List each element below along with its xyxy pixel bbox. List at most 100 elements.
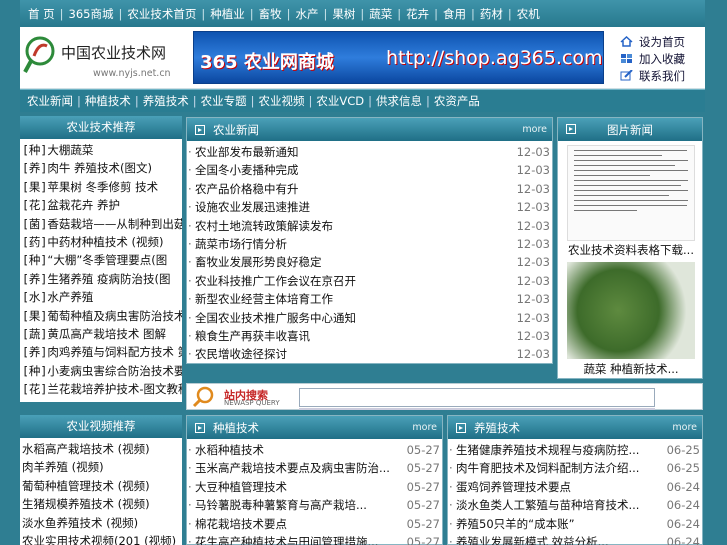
top-nav-item[interactable]: 药材 [476, 6, 507, 22]
top-nav-item[interactable]: 花卉 [402, 6, 433, 22]
contact-link[interactable]: 联系我们 [620, 67, 685, 84]
list-item-title[interactable]: “大棚”冬季管理要点(图 [47, 253, 167, 267]
search-input[interactable] [299, 388, 655, 407]
list-item[interactable]: [果]葡萄种植及病虫害防治技术 [22, 307, 182, 325]
list-item[interactable]: [菌]香菇栽培——从制种到出菇 [22, 215, 182, 233]
list-item-title[interactable]: 肉牛育肥技术及饲料配制方法介绍... [456, 461, 639, 475]
list-item[interactable]: [养]肉牛 养殖技术(图文) [22, 159, 182, 177]
list-item[interactable]: [养]肉鸡养殖与饲料配方技术 第9 [22, 343, 182, 361]
list-item-title[interactable]: 大棚蔬菜 [47, 143, 93, 157]
sub-nav-item[interactable]: 农业视频 [256, 93, 308, 109]
top-nav-item[interactable]: 畜牧 [255, 6, 286, 22]
list-item-title[interactable]: 全国冬小麦播种完成 [195, 163, 299, 177]
list-item[interactable]: 马铃薯脱毒种薯繁育与高产栽培... 05-27 [187, 496, 442, 514]
list-item-title[interactable]: 农业部发布最新通知 [195, 145, 299, 159]
list-item-title[interactable]: 蛋鸡饲养管理技术要点 [456, 480, 571, 494]
list-item[interactable]: 生猪健康养殖技术规程与疫病防控... 06-25 [448, 441, 702, 459]
list-item[interactable]: [药]中药材种植技术 (视频) [22, 233, 182, 251]
list-item-title[interactable]: 畜牧业发展形势良好稳定 [195, 255, 322, 269]
top-nav-item[interactable]: 果树 [328, 6, 359, 22]
list-item[interactable]: 粮食生产再获丰收喜讯 12-03 [187, 327, 552, 345]
list-item-title[interactable]: 全国农业技术推广服务中心通知 [195, 311, 356, 325]
set-homepage-link[interactable]: 设为首页 [620, 33, 685, 50]
sub-nav-item[interactable]: 农业专题 [198, 93, 250, 109]
list-item[interactable]: 新型农业经营主体培育工作 12-03 [187, 290, 552, 308]
list-item-title[interactable]: 小麦病虫害综合防治技术要点 [47, 364, 182, 378]
list-item-title[interactable]: 农村土地流转政策解读发布 [195, 219, 333, 233]
list-item-title[interactable]: 葡萄种植及病虫害防治技术 [47, 309, 182, 323]
list-item-title[interactable]: 香菇栽培——从制种到出菇 [47, 217, 182, 231]
list-item-title[interactable]: 设施农业发展迅速推进 [195, 200, 310, 214]
list-item-title[interactable]: 肉牛 养殖技术(图文) [47, 161, 152, 175]
list-item[interactable]: 全国农业技术推广服务中心通知 12-03 [187, 309, 552, 327]
list-item[interactable]: [养]生猪养殖 疫病防治技(图 [22, 270, 182, 288]
list-item[interactable]: [种]“大棚”冬季管理要点(图 [22, 251, 182, 269]
list-item[interactable]: 养殖业发展新模式 效益分析... 06-24 [448, 533, 702, 545]
list-item-title[interactable]: 中药材种植技术 (视频) [47, 235, 163, 249]
list-item[interactable]: [水]水产养殖 [22, 288, 182, 306]
list-item[interactable]: 大豆种植管理技术 05-27 [187, 478, 442, 496]
list-item[interactable]: 畜牧业发展形势良好稳定 12-03 [187, 253, 552, 271]
list-item[interactable]: 农业部发布最新通知 12-03 [187, 143, 552, 161]
shop-banner[interactable]: 365 农业网商城 http://shop.ag365.com [193, 31, 604, 84]
list-item[interactable]: 农业实用技术视频(201 (视频) [22, 532, 182, 545]
list-item-title[interactable]: 新型农业经营主体培育工作 [195, 292, 333, 306]
list-item[interactable]: 蛋鸡饲养管理技术要点 06-24 [448, 478, 702, 496]
list-item-title[interactable]: 盆栽花卉 养护 [47, 198, 120, 212]
list-item-title[interactable]: 苹果树 冬季修剪 技术 [47, 180, 158, 194]
list-item-title[interactable]: 农产品价格稳中有升 [195, 182, 299, 196]
list-item-title[interactable]: 玉米高产栽培技术要点及病虫害防治... [195, 461, 390, 475]
sub-nav-item[interactable]: 农业VCD [313, 93, 367, 109]
list-item[interactable]: 全国冬小麦播种完成 12-03 [187, 161, 552, 179]
list-item[interactable]: [花]盆栽花卉 养护 [22, 196, 182, 214]
list-item[interactable]: 设施农业发展迅速推进 12-03 [187, 198, 552, 216]
list-item-title[interactable]: 养殖业发展新模式 效益分析... [456, 535, 609, 545]
picture-caption-2[interactable]: 蔬菜 种植新技术... [558, 361, 704, 377]
list-item[interactable]: [花]兰花栽培养护技术-图文教程 [22, 380, 182, 398]
list-item-title[interactable]: 农业科技推广工作会议在京召开 [195, 274, 356, 288]
list-item-title[interactable]: 兰花栽培养护技术-图文教程 [47, 382, 182, 396]
list-item-title[interactable]: 花生高产种植技术与田间管理措施... [195, 535, 378, 545]
list-item[interactable]: 农业科技推广工作会议在京召开 12-03 [187, 272, 552, 290]
top-nav-item[interactable]: 农业技术首页 [123, 6, 200, 22]
list-item-title[interactable]: 生猪健康养殖技术规程与疫病防控... [456, 443, 639, 457]
list-item-title[interactable]: 农民增收途径探讨 [195, 347, 287, 361]
list-item[interactable]: 蔬菜市场行情分析 12-03 [187, 235, 552, 253]
list-item-title[interactable]: 水稻种植技术 [195, 443, 264, 457]
list-item-title[interactable]: 黄瓜高产栽培技术 图解 [47, 327, 166, 341]
list-item[interactable]: 水稻种植技术 05-27 [187, 441, 442, 459]
top-nav-item[interactable]: 蔬菜 [365, 6, 396, 22]
list-item[interactable]: 农村土地流转政策解读发布 12-03 [187, 217, 552, 235]
list-item[interactable]: [果]苹果树 冬季修剪 技术 [22, 178, 182, 196]
list-item-title[interactable]: 生猪养殖 疫病防治技(图 [47, 272, 170, 286]
top-nav-item[interactable]: 食用 [439, 6, 470, 22]
sub-nav-item[interactable]: 农业新闻 [24, 93, 76, 109]
list-item[interactable]: 水稻高产栽培技术 (视频) [22, 440, 182, 458]
sub-nav-item[interactable]: 养殖技术 [140, 93, 192, 109]
list-item[interactable]: 农产品价格稳中有升 12-03 [187, 180, 552, 198]
list-item[interactable]: 肉羊养殖 (视频) [22, 458, 182, 476]
sub-nav-item[interactable]: 供求信息 [373, 93, 425, 109]
top-nav-item[interactable]: 365商城 [65, 6, 118, 22]
list-item[interactable]: [蔬]黄瓜高产栽培技术 图解 [22, 325, 182, 343]
list-item[interactable]: 养殖50只羊的“成本账” 06-24 [448, 515, 702, 533]
list-item-title[interactable]: 淡水鱼类人工繁殖与苗种培育技术... [456, 498, 639, 512]
list-item[interactable]: 花生高产种植技术与田间管理措施... 05-27 [187, 533, 442, 545]
list-item-title[interactable]: 蔬菜市场行情分析 [195, 237, 287, 251]
vegetable-photo[interactable] [567, 262, 695, 359]
list-item[interactable]: 肉牛育肥技术及饲料配制方法介绍... 06-25 [448, 459, 702, 477]
top-nav-item[interactable]: 首 页 [24, 6, 59, 22]
list-item[interactable]: 玉米高产栽培技术要点及病虫害防治... 05-27 [187, 459, 442, 477]
list-item[interactable]: 淡水鱼养殖技术 (视频) [22, 514, 182, 532]
news-more-link[interactable]: more [522, 124, 547, 135]
list-item-title[interactable]: 马铃薯脱毒种薯繁育与高产栽培... [195, 498, 367, 512]
breeding-more-link[interactable]: more [672, 422, 697, 433]
list-item-title[interactable]: 大豆种植管理技术 [195, 480, 287, 494]
top-nav-item[interactable]: 水产 [291, 6, 322, 22]
sub-nav-item[interactable]: 种植技术 [82, 93, 134, 109]
top-nav-item[interactable]: 农机 [513, 6, 544, 22]
planting-more-link[interactable]: more [412, 422, 437, 433]
list-item-title[interactable]: 养殖50只羊的“成本账” [456, 517, 575, 531]
list-item[interactable]: [种]大棚蔬菜 [22, 141, 182, 159]
picture-caption-1[interactable]: 农业技术资料表格下载... [558, 242, 704, 258]
